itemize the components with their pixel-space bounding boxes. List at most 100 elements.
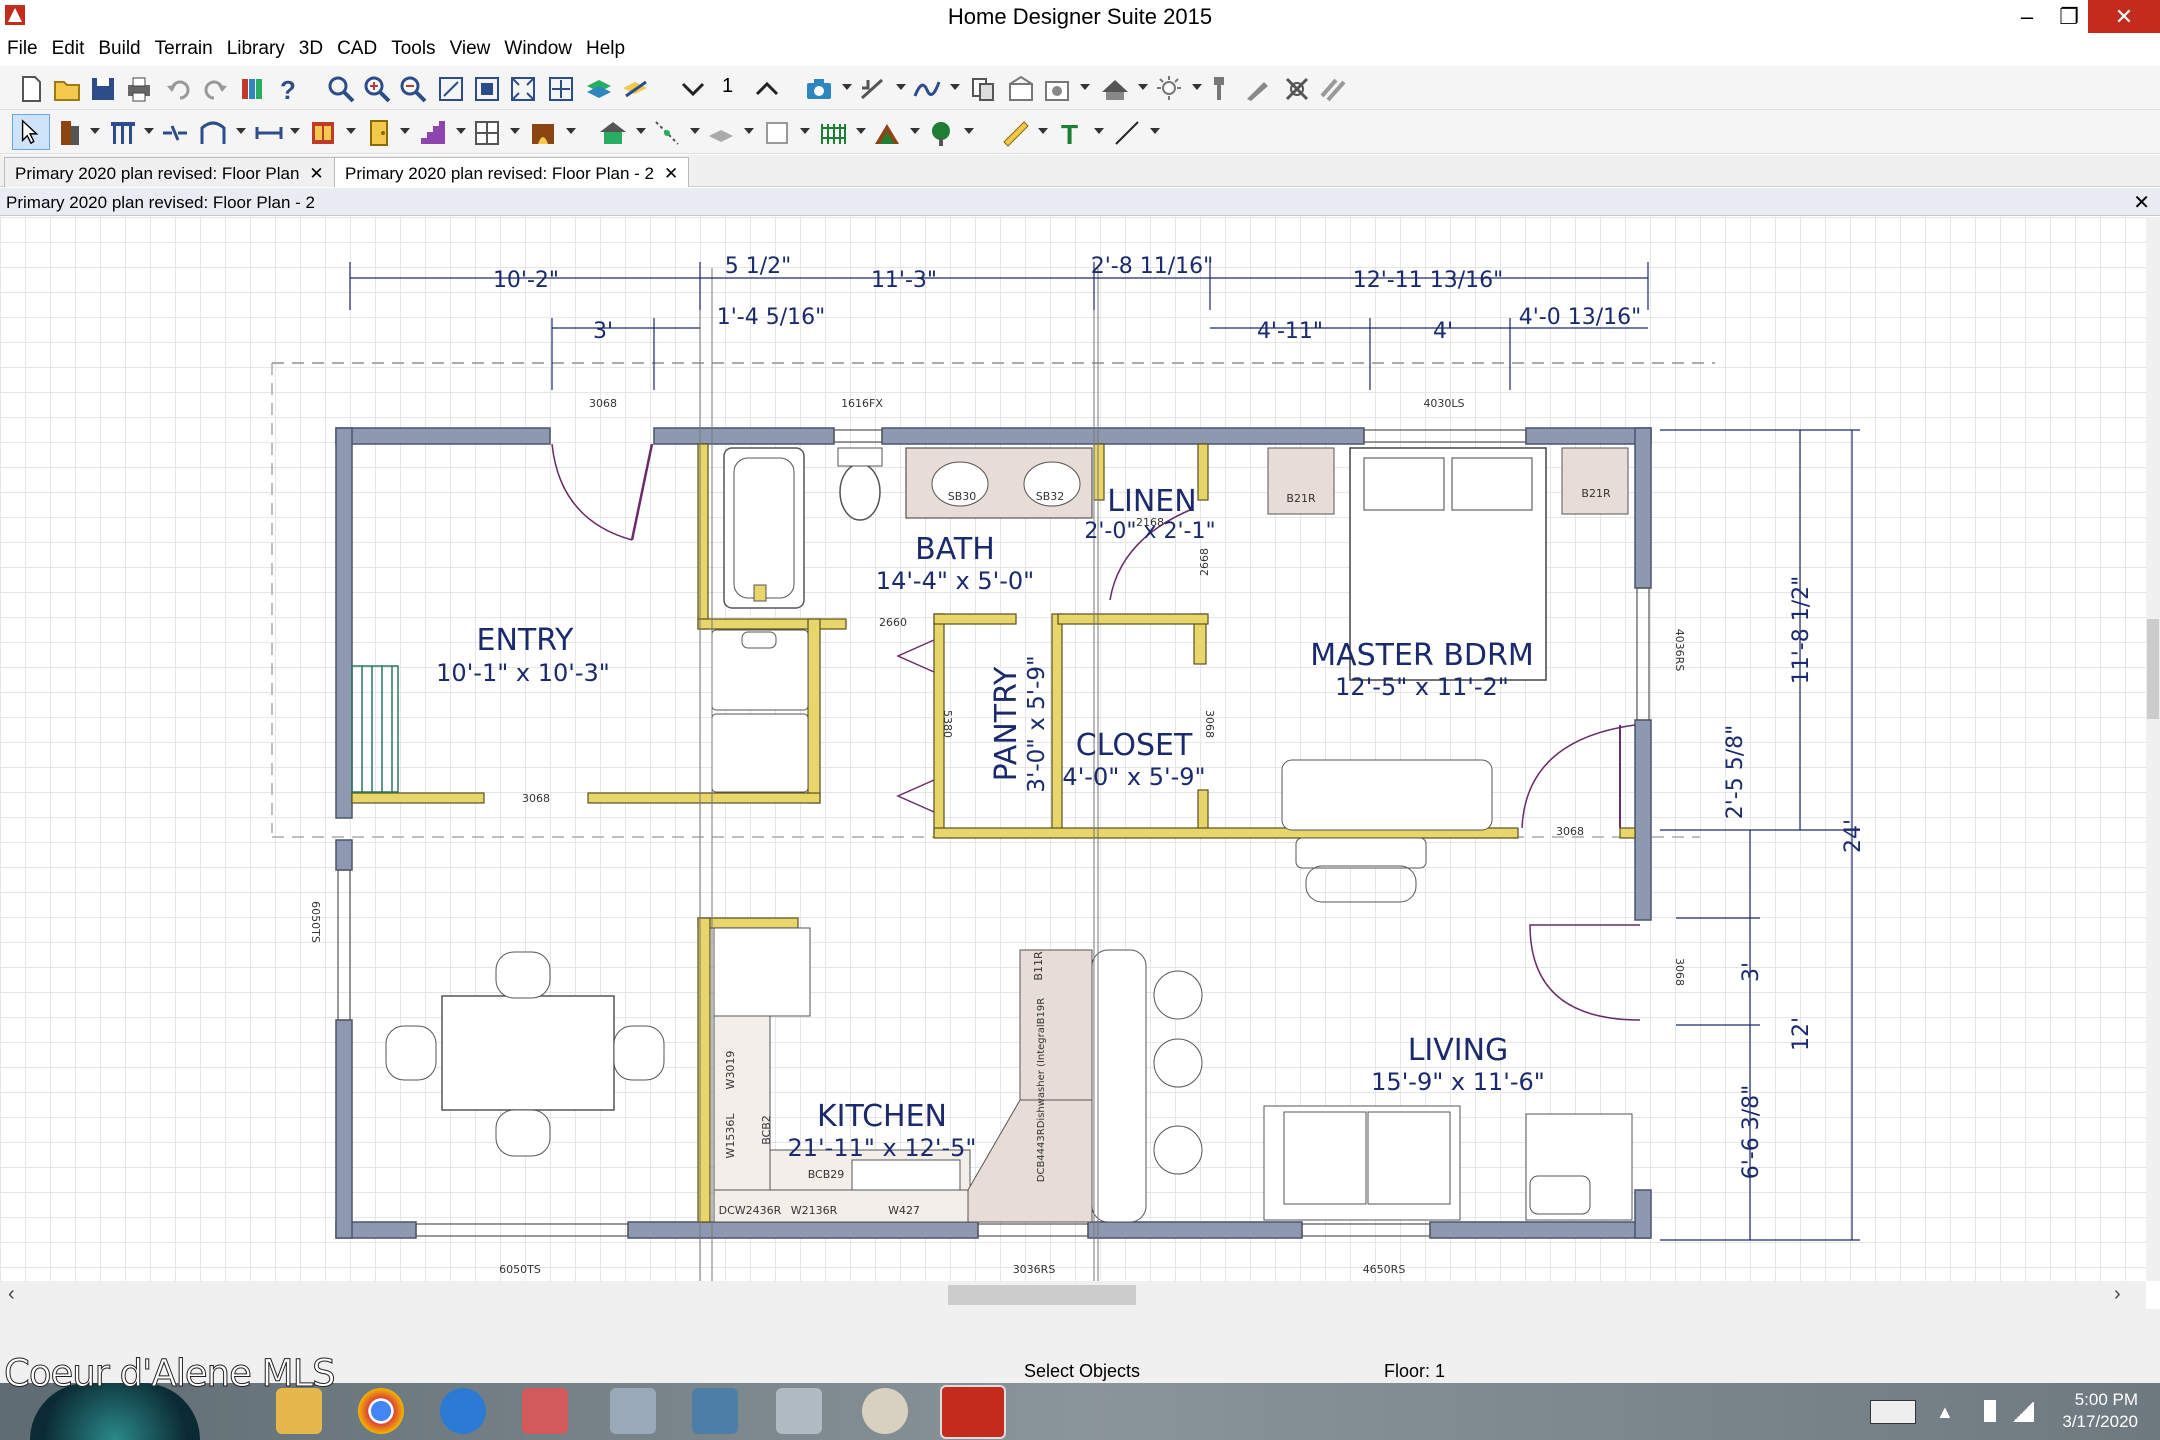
- railing-dropdown-icon[interactable]: [236, 128, 246, 134]
- help-icon[interactable]: ?: [274, 74, 304, 104]
- landscape-icon[interactable]: [872, 118, 902, 148]
- library-icon[interactable]: [238, 74, 268, 104]
- new-file-icon[interactable]: [16, 74, 46, 104]
- wall-tools-icon[interactable]: [108, 118, 138, 148]
- roof-dropdown-icon[interactable]: [1138, 84, 1148, 90]
- fill-window-building-icon[interactable]: [472, 74, 502, 104]
- minimize-button[interactable]: –: [2004, 0, 2050, 33]
- line-icon[interactable]: [1112, 118, 1142, 148]
- dimension-icon[interactable]: [254, 118, 284, 148]
- plant-dropdown-icon[interactable]: [1080, 84, 1090, 90]
- tray-expand-icon[interactable]: ▲: [1936, 1402, 1954, 1423]
- fireplace-icon[interactable]: [528, 118, 558, 148]
- zoom-icon[interactable]: [326, 74, 356, 104]
- print-icon[interactable]: [124, 74, 154, 104]
- dimension-dropdown-icon[interactable]: [290, 128, 300, 134]
- scroll-right-icon[interactable]: ›: [2114, 1283, 2121, 1306]
- select-objects-button[interactable]: [12, 114, 50, 150]
- edit-icon[interactable]: [1242, 74, 1272, 104]
- delete-objects-icon[interactable]: [1282, 74, 1312, 104]
- menu-file[interactable]: File: [0, 34, 45, 60]
- fill-window-icon[interactable]: [436, 74, 466, 104]
- camera-icon[interactable]: [804, 74, 834, 104]
- window-dropdown-icon[interactable]: [510, 128, 520, 134]
- redo-icon[interactable]: [200, 74, 230, 104]
- scroll-left-icon[interactable]: ‹: [8, 1283, 15, 1306]
- undo-icon[interactable]: [164, 74, 194, 104]
- hatch-icon[interactable]: [1318, 74, 1348, 104]
- cabinet-icon[interactable]: [308, 118, 338, 148]
- plant-tool-dropdown-icon[interactable]: [964, 128, 974, 134]
- close-button[interactable]: ✕: [2088, 0, 2160, 33]
- open-folder-icon[interactable]: [52, 74, 82, 104]
- vertical-scroll-thumb[interactable]: [2147, 619, 2159, 719]
- edit-area-icon[interactable]: [56, 118, 86, 148]
- line-dropdown-icon[interactable]: [1150, 128, 1160, 134]
- material-painter-icon[interactable]: [1206, 74, 1236, 104]
- floor-up-icon[interactable]: [752, 74, 782, 104]
- tab-close-icon[interactable]: ✕: [309, 164, 323, 183]
- roof-icon[interactable]: [1100, 74, 1130, 104]
- document-close-icon[interactable]: ✕: [2133, 190, 2150, 215]
- file-explorer-icon[interactable]: [276, 1388, 322, 1434]
- cross-section-dropdown-icon[interactable]: [896, 84, 906, 90]
- vertical-scrollbar[interactable]: [2146, 217, 2160, 1281]
- remote-desktop-icon[interactable]: [692, 1388, 738, 1434]
- materials-list-icon[interactable]: [968, 74, 998, 104]
- menu-tools[interactable]: Tools: [384, 34, 442, 60]
- menu-3d[interactable]: 3D: [292, 34, 330, 60]
- window-door-schedule-icon[interactable]: [1006, 74, 1036, 104]
- system-clock[interactable]: 5:00 PM 3/17/2020: [2062, 1389, 2138, 1433]
- window-icon[interactable]: [472, 118, 502, 148]
- plant-chooser-icon[interactable]: [1042, 74, 1072, 104]
- menu-window[interactable]: Window: [497, 34, 579, 60]
- layer-sets-icon[interactable]: [620, 74, 650, 104]
- fence-dropdown-icon[interactable]: [856, 128, 866, 134]
- terrain-point-icon[interactable]: [652, 118, 682, 148]
- plant-icon[interactable]: [926, 118, 956, 148]
- save-icon[interactable]: [88, 74, 118, 104]
- tab-floor-plan-2[interactable]: Primary 2020 plan revised: Floor Plan - …: [334, 157, 690, 187]
- compass-app-icon[interactable]: [862, 1388, 908, 1434]
- menu-library[interactable]: Library: [220, 34, 292, 60]
- network-icon[interactable]: [2012, 1402, 2034, 1422]
- layer-icon[interactable]: [584, 74, 614, 104]
- zoom-in-icon[interactable]: [362, 74, 392, 104]
- edit-area-dropdown-icon[interactable]: [90, 128, 100, 134]
- tab-floor-plan[interactable]: Primary 2020 plan revised: Floor Plan ✕: [4, 157, 335, 187]
- deck-dropdown-icon[interactable]: [800, 128, 810, 134]
- drawing-canvas[interactable]: ENTRY BATH LINEN MASTER BDRM CLOSET KITC…: [0, 217, 2146, 1281]
- light-dropdown-icon[interactable]: [1192, 84, 1202, 90]
- slab-dropdown-icon[interactable]: [744, 128, 754, 134]
- stairs-icon[interactable]: [418, 118, 448, 148]
- camera-dropdown-icon[interactable]: [842, 84, 852, 90]
- cross-section-icon[interactable]: [858, 74, 888, 104]
- slab-icon[interactable]: [706, 118, 736, 148]
- battery-icon[interactable]: [1984, 1400, 1996, 1422]
- door-dropdown-icon[interactable]: [400, 128, 410, 134]
- tab-close-icon[interactable]: ✕: [664, 164, 678, 183]
- zoom-out-icon[interactable]: [398, 74, 428, 104]
- railing-icon[interactable]: [198, 118, 228, 148]
- pan-icon[interactable]: [546, 74, 576, 104]
- door-icon[interactable]: [364, 118, 394, 148]
- floor-down-icon[interactable]: [678, 74, 708, 104]
- text-dropdown-icon[interactable]: [1094, 128, 1104, 134]
- internet-explorer-icon[interactable]: [440, 1388, 486, 1434]
- menu-view[interactable]: View: [443, 34, 498, 60]
- horizontal-scroll-thumb[interactable]: [948, 1285, 1136, 1305]
- walkthrough-icon[interactable]: [912, 74, 942, 104]
- snipping-tool-icon[interactable]: [522, 1388, 568, 1434]
- horizontal-scrollbar[interactable]: ‹ ›: [0, 1281, 2146, 1309]
- menu-edit[interactable]: Edit: [45, 34, 92, 60]
- menu-terrain[interactable]: Terrain: [148, 34, 220, 60]
- tape-measure-icon[interactable]: [1000, 118, 1030, 148]
- measure-dropdown-icon[interactable]: [1038, 128, 1048, 134]
- terrain-dropdown-icon[interactable]: [690, 128, 700, 134]
- stairs-dropdown-icon[interactable]: [456, 128, 466, 134]
- break-wall-icon[interactable]: [160, 118, 190, 148]
- light-icon[interactable]: [1154, 74, 1184, 104]
- wall-dropdown-icon[interactable]: [144, 128, 154, 134]
- menu-build[interactable]: Build: [91, 34, 147, 60]
- room-icon[interactable]: [598, 118, 628, 148]
